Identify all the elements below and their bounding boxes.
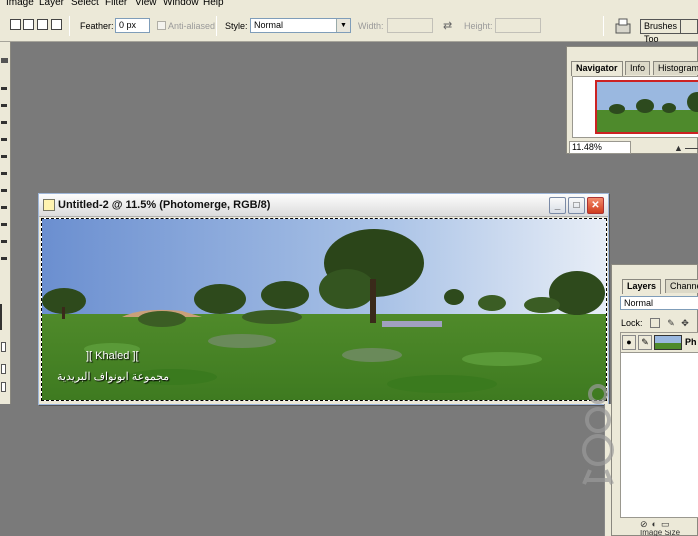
add-to-selection-icon[interactable] xyxy=(23,19,34,30)
quick-mask-icon[interactable] xyxy=(1,342,6,352)
palette-well-tabs: BrushesToo xyxy=(640,19,698,44)
tool-icon[interactable] xyxy=(1,155,7,158)
tool-icon[interactable] xyxy=(1,257,7,260)
lock-move-icon[interactable]: ✥ xyxy=(680,318,690,328)
watermark-ornament-icon xyxy=(582,384,614,485)
watermark-caption: مجموعة ابونواف البريدية xyxy=(57,371,170,383)
document-icon xyxy=(43,199,55,211)
layer-thumbnail-image xyxy=(655,336,681,349)
tab-channels[interactable]: Channe xyxy=(665,279,698,293)
toolbox xyxy=(0,42,11,404)
minimize-button[interactable]: _ xyxy=(549,197,566,214)
tool-icon[interactable] xyxy=(1,58,8,63)
navigator-panel: Navigator Info Histogram 11.48% ▲ xyxy=(566,46,698,154)
document-title: Untitled-2 @ 11.5% (Photomerge, RGB/8) xyxy=(58,199,271,211)
layers-footer: ⊘ ◐ ▭ xyxy=(620,518,698,530)
image-size-tab[interactable]: Image Size xyxy=(640,530,698,536)
document-titlebar[interactable]: Untitled-2 @ 11.5% (Photomerge, RGB/8) _… xyxy=(39,194,608,217)
tool-icon[interactable] xyxy=(0,304,2,330)
menu-select[interactable]: Select xyxy=(71,0,99,8)
link-icon[interactable]: ⊘ xyxy=(640,519,648,529)
navigator-thumbnail xyxy=(597,82,698,132)
divider xyxy=(216,16,217,36)
tab-info[interactable]: Info xyxy=(625,61,651,75)
height-label: Height: xyxy=(464,21,493,31)
tool-icon[interactable] xyxy=(1,104,7,107)
blend-mode-select[interactable]: Normal xyxy=(620,296,698,310)
new-selection-icon[interactable] xyxy=(10,19,21,30)
menu-image[interactable]: Image xyxy=(6,0,34,8)
layer-thumbnail xyxy=(654,335,682,350)
navigator-view-box[interactable] xyxy=(595,80,698,134)
lock-brush-icon[interactable]: ✎ xyxy=(666,318,676,328)
subtract-selection-icon[interactable] xyxy=(37,19,48,30)
menu-layer[interactable]: Layer xyxy=(39,0,64,8)
layer-row[interactable]: ● ✎ Ph xyxy=(621,333,698,353)
divider xyxy=(69,16,70,36)
tool-icon[interactable] xyxy=(1,138,7,141)
document-window: Untitled-2 @ 11.5% (Photomerge, RGB/8) _… xyxy=(38,193,609,405)
tool-icon[interactable] xyxy=(1,189,7,192)
style-label: Style: xyxy=(225,21,248,31)
chevron-down-icon: ▼ xyxy=(336,19,350,32)
maximize-button[interactable]: □ xyxy=(568,197,585,214)
tab-navigator[interactable]: Navigator xyxy=(571,61,623,76)
tool-icon[interactable] xyxy=(1,240,7,243)
menu-bar: Image Layer Select Filter View Window He… xyxy=(0,0,698,10)
feather-label: Feather: xyxy=(80,21,114,31)
lock-label: Lock: xyxy=(621,318,643,328)
tool-icon[interactable] xyxy=(1,223,7,226)
tab-tool-presets[interactable]: Too xyxy=(641,33,662,46)
anti-aliased-checkbox[interactable] xyxy=(157,21,166,30)
tool-icon[interactable] xyxy=(1,87,7,90)
tool-icon[interactable] xyxy=(1,172,7,175)
document-canvas[interactable]: ][ Khaled ][ مجموعة ابونواف البريدية xyxy=(41,218,607,401)
style-select-value: Normal xyxy=(254,20,284,30)
zoom-slider[interactable] xyxy=(685,148,698,149)
zoom-out-icon[interactable]: ▲ xyxy=(674,143,683,153)
tab-brushes[interactable]: Brushes xyxy=(641,20,682,33)
tab-histogram[interactable]: Histogram xyxy=(653,61,698,75)
palette-well-icon[interactable] xyxy=(614,18,632,34)
menu-view[interactable]: View xyxy=(135,0,157,8)
menu-help[interactable]: Help xyxy=(203,0,224,8)
divider xyxy=(603,16,604,36)
brush-icon[interactable]: ✎ xyxy=(638,335,652,350)
tool-icon[interactable] xyxy=(1,121,7,124)
height-input[interactable] xyxy=(495,18,541,33)
style-select[interactable]: Normal ▼ xyxy=(250,18,351,33)
layer-name: Ph xyxy=(685,337,697,347)
watermark-name: ][ Khaled ][ xyxy=(86,350,139,362)
lock-transparency-icon[interactable] xyxy=(650,318,660,328)
intersect-selection-icon[interactable] xyxy=(51,19,62,30)
menu-filter[interactable]: Filter xyxy=(105,0,127,8)
menu-window[interactable]: Window xyxy=(163,0,199,8)
eye-icon[interactable]: ● xyxy=(622,335,636,350)
width-label: Width: xyxy=(358,21,384,31)
navigator-preview[interactable] xyxy=(572,76,698,138)
layers-list: ● ✎ Ph xyxy=(620,332,698,518)
screen-mode-icon[interactable] xyxy=(1,382,6,392)
close-button[interactable]: ✕ xyxy=(587,197,604,214)
anti-aliased-label: Anti-aliased xyxy=(168,21,216,31)
feather-input[interactable]: 0 px xyxy=(115,18,150,33)
tab-layers[interactable]: Layers xyxy=(622,279,662,294)
swap-icon[interactable]: ⇄ xyxy=(443,19,452,32)
fx-icon[interactable]: ◐ xyxy=(652,519,657,529)
new-layer-icon[interactable]: ▭ xyxy=(661,519,670,529)
options-bar: Feather: 0 px Anti-aliased Style: Normal… xyxy=(0,10,698,44)
navigator-zoom-field[interactable]: 11.48% xyxy=(569,141,631,154)
width-input[interactable] xyxy=(387,18,433,33)
screen-mode-icon[interactable] xyxy=(1,364,6,374)
tool-icon[interactable] xyxy=(1,206,7,209)
